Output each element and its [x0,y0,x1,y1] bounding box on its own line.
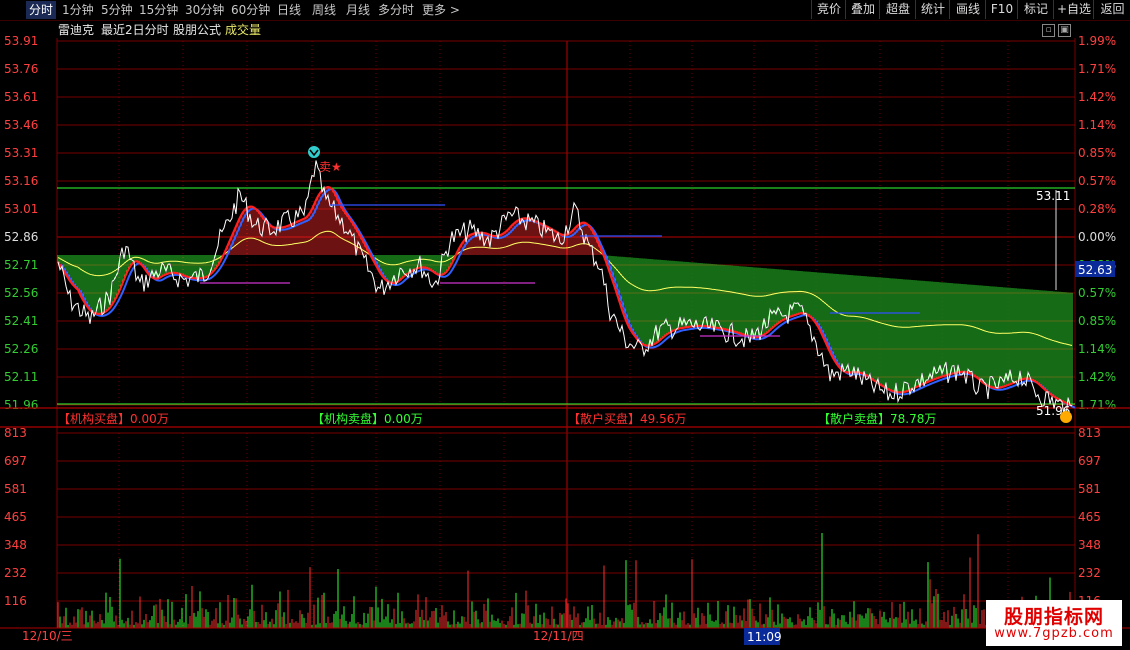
tab-30min[interactable]: 30分钟 [185,1,224,19]
volume-tick-label: 465 [1078,510,1101,524]
volume-tick-label: 348 [1078,538,1101,552]
retail-sell-label: 【散户卖盘】78.78万 [818,411,936,426]
stock-name: 雷迪克 [58,23,95,37]
volume-tick-label: 697 [1078,454,1101,468]
tab-15min[interactable]: 15分钟 [139,1,178,19]
percent-tick-label: 0.85% [1078,314,1116,328]
volume-tick-label: 813 [4,426,27,440]
price-tick-label: 52.41 [4,314,38,328]
date-label-day1: 12/10/三 [22,629,73,643]
retail-buy-label: 【散户买盘】49.56万 [568,411,686,426]
volume-tick-label: 697 [4,454,27,468]
price-tick-label: 53.46 [4,118,38,132]
price-tick-label: 52.86 [4,230,38,244]
price-tick-label: 53.01 [4,202,38,216]
site-watermark: 股朋指标网 www.7gpzb.com [986,600,1122,646]
institution-sell-label: 【机构卖盘】0.00万 [312,411,423,426]
add-watchlist-button[interactable]: +自选 [1053,0,1094,19]
percent-tick-label: 0.28% [1078,202,1116,216]
volume-tick-label: 232 [1078,566,1101,580]
tab-1min[interactable]: 1分钟 [62,1,94,19]
volume-tick-label: 581 [1078,482,1101,496]
super-market-button[interactable]: 超盘 [879,0,916,19]
percent-tick-label: 0.00% [1078,230,1116,244]
tab-daily[interactable]: 日线 [277,1,301,19]
percent-tick-label: 1.71% [1078,398,1116,412]
chart-canvas[interactable]: 53.91 1.99% 53.76 1.71% 53.61 1.42% 53.46 1.14%… [0,0,1130,650]
back-button[interactable]: 返回 [1093,0,1130,19]
sell-label: 卖★ [319,160,342,174]
tab-multi-intraday[interactable]: 多分时 [378,1,414,19]
volume-tick-label: 116 [4,594,27,608]
percent-tick-label: 1.42% [1078,370,1116,384]
tab-more-label: 更多 [422,3,447,17]
auction-button[interactable]: 竞价 [811,0,846,19]
volume-tick-label: 813 [1078,426,1101,440]
level-value-label: 53.11 [1036,189,1070,203]
watermark-title: 股朋指标网 [1003,606,1104,628]
tab-intraday[interactable]: 分时 [26,1,57,19]
price-tick-label: 53.16 [4,174,38,188]
volume-tick-label: 581 [4,482,27,496]
restore-icon[interactable]: ▫ [1042,24,1055,37]
price-tick-label: 51.96 [4,398,38,412]
percent-tick-label: 1.71% [1078,62,1116,76]
period-toolbar: 分时 1分钟 5分钟 15分钟 30分钟 60分钟 日线 周线 月线 多分时 更… [0,0,1130,21]
watermark-url: www.7gpzb.com [994,626,1114,641]
formula-label: 股朋公式 [173,23,222,37]
buy-signal-icon [1060,411,1072,423]
chart-mode-label: 最近2日分时 [101,23,169,37]
price-tick-label: 52.71 [4,258,38,272]
settings-icon[interactable]: ▣ [1058,24,1071,37]
price-tick-label: 53.31 [4,146,38,160]
volume-tick-label: 348 [4,538,27,552]
percent-tick-label: 1.14% [1078,118,1116,132]
date-label-day2: 12/11/四 [533,629,584,643]
draw-line-button[interactable]: 画线 [949,0,986,19]
percent-tick-label: 1.99% [1078,34,1116,48]
price-tick-label: 53.91 [4,34,38,48]
tab-60min[interactable]: 60分钟 [231,1,270,19]
institution-buy-label: 【机构买盘】0.00万 [58,411,169,426]
mark-button[interactable]: 标记 [1017,0,1054,19]
price-tick-label: 52.26 [4,342,38,356]
price-tick-label: 52.56 [4,286,38,300]
tab-more[interactable]: 更多 > [422,1,460,19]
volume-tick-label: 232 [4,566,27,580]
moving-average-blue [60,187,1076,409]
overlay-button[interactable]: 叠加 [845,0,880,19]
f10-button[interactable]: F10 [985,0,1018,19]
volume-tick-label: 465 [4,510,27,524]
statistics-button[interactable]: 统计 [915,0,950,19]
chevron-right-icon: > [446,3,460,17]
price-tick-label: 53.76 [4,62,38,76]
tab-monthly[interactable]: 月线 [346,1,370,19]
cursor-time-label: 11:09 [747,630,782,644]
tab-weekly[interactable]: 周线 [312,1,336,19]
percent-tick-label: 1.14% [1078,342,1116,356]
percent-tick-label: 0.85% [1078,146,1116,160]
price-tick-label: 53.61 [4,90,38,104]
percent-tick-label: 0.57% [1078,286,1116,300]
percent-tick-label: 0.57% [1078,174,1116,188]
current-price-label: 52.63 [1078,263,1112,277]
percent-tick-label: 1.42% [1078,90,1116,104]
indicator-label: 成交量 [225,23,262,37]
price-tick-label: 52.11 [4,370,38,384]
tab-5min[interactable]: 5分钟 [101,1,133,19]
